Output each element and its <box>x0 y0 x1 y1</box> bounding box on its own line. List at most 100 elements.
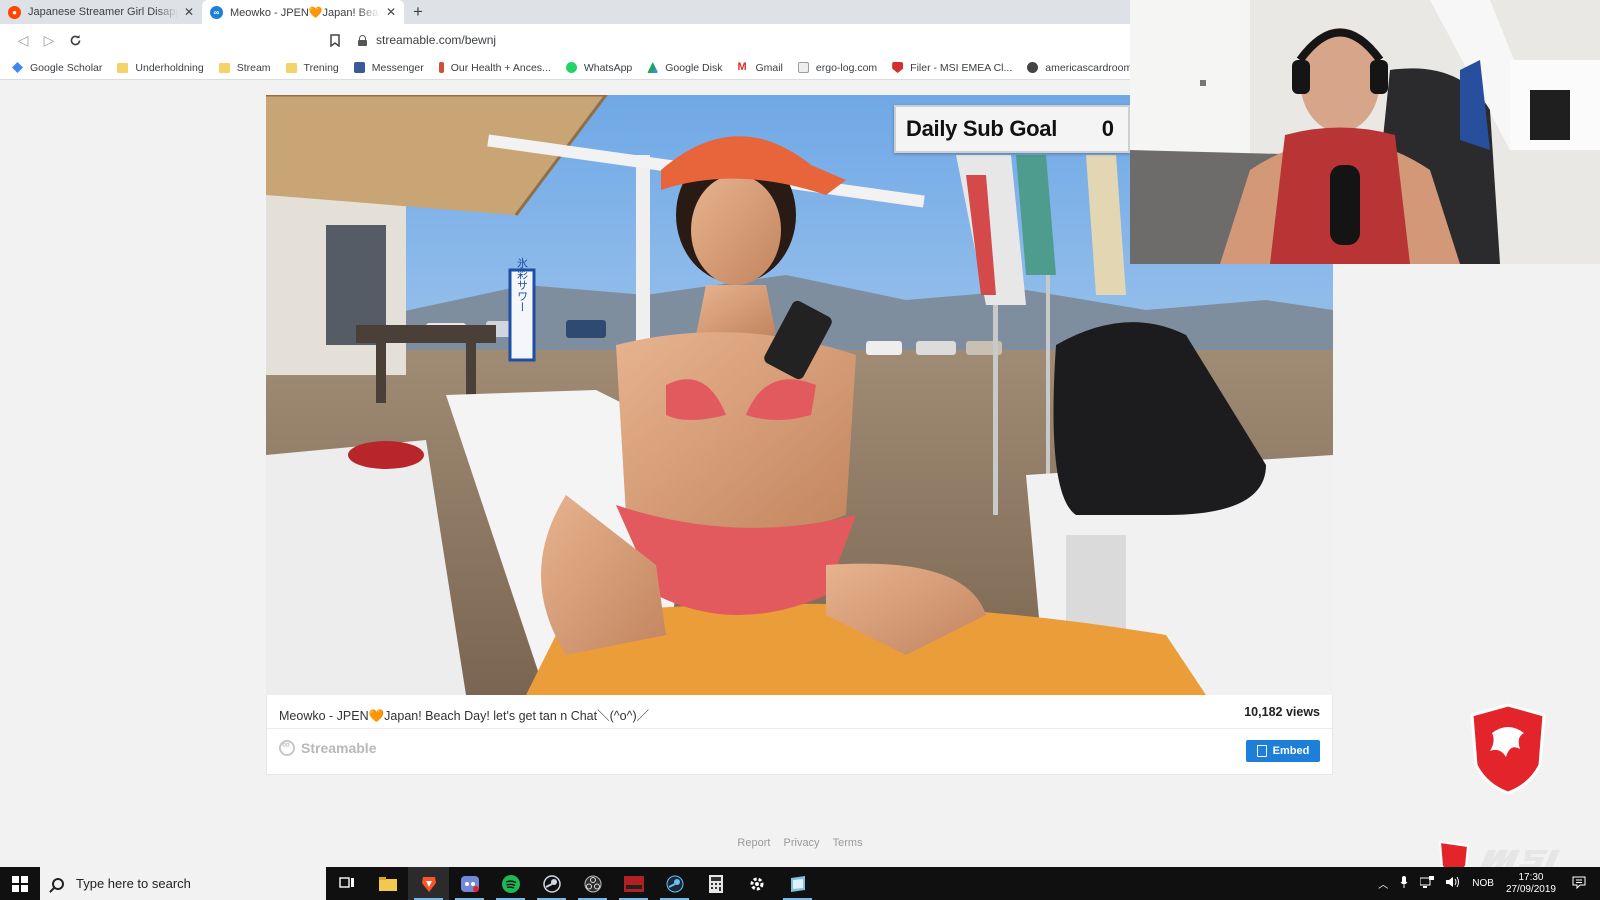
tab-title: Meowko - JPEN🧡Japan! Beach Day <box>230 6 380 19</box>
folder-icon <box>285 62 297 73</box>
spotify-icon <box>501 874 520 893</box>
terms-link[interactable]: Terms <box>833 837 863 849</box>
discord-button[interactable] <box>449 867 490 900</box>
brave-browser-button[interactable] <box>408 867 449 900</box>
globe-icon <box>1027 62 1039 73</box>
privacy-link[interactable]: Privacy <box>784 837 820 849</box>
bookmark-ergo-log[interactable]: ergo-log.com <box>797 62 877 74</box>
bookmark-filer-msi[interactable]: Filer - MSI EMEA Cl... <box>892 62 1012 74</box>
app-window-button[interactable] <box>777 867 818 900</box>
tab-streamable[interactable]: ∞ Meowko - JPEN🧡Japan! Beach Day ✕ <box>202 0 404 24</box>
windows-taskbar: Type here to search ︿ NOB 17:30 27/09/20… <box>0 867 1600 900</box>
folder-icon <box>117 62 129 73</box>
bookmark-our-health[interactable]: Our Health + Ances... <box>438 62 551 74</box>
search-icon <box>52 877 64 890</box>
voicemeeter-icon <box>623 875 644 892</box>
tab-close-icon[interactable]: ✕ <box>386 5 396 19</box>
file-explorer-button[interactable] <box>367 867 408 900</box>
microphone-icon[interactable] <box>1400 876 1408 891</box>
footer-links: Report Privacy Terms <box>0 837 1600 849</box>
webcam-overlay <box>1130 0 1600 264</box>
daily-sub-goal-overlay: Daily Sub Goal 0 <box>894 105 1130 153</box>
windows-icon <box>12 875 28 892</box>
bookmark-icon <box>330 33 340 47</box>
start-button[interactable] <box>0 867 40 900</box>
bookmark-trening[interactable]: Trening <box>285 62 339 74</box>
bookmark-underholdning[interactable]: Underholdning <box>117 62 204 74</box>
bookmark-messenger[interactable]: Messenger <box>353 62 424 74</box>
show-hidden-icons-chevron-up-icon[interactable]: ︿ <box>1378 876 1388 891</box>
calculator-button[interactable] <box>695 867 736 900</box>
taskbar-apps <box>326 867 818 900</box>
bookmark-stream[interactable]: Stream <box>218 62 271 74</box>
beach-sign-text: 氷彩サワー <box>516 257 529 312</box>
dna-icon <box>438 62 444 73</box>
video-title: Meowko - JPEN🧡Japan! Beach Day! let's ge… <box>279 709 650 723</box>
drive-icon <box>647 62 659 73</box>
steam-icon <box>666 875 683 892</box>
tab-reddit[interactable]: ● Japanese Streamer Girl Disappointed Wi… <box>0 0 202 24</box>
obs-button[interactable] <box>572 867 613 900</box>
webcam-frame <box>1130 0 1600 264</box>
notifications-icon[interactable] <box>1572 876 1586 892</box>
page-icon <box>797 62 809 73</box>
gear-icon <box>750 877 763 890</box>
network-icon[interactable] <box>1419 876 1435 891</box>
reddit-icon: ● <box>8 5 21 19</box>
voicemeeter-button[interactable] <box>613 867 654 900</box>
lock-icon <box>358 34 367 46</box>
gmail-icon: M <box>737 61 747 73</box>
msi-shield-logo <box>1470 703 1546 795</box>
divider <box>267 728 1332 729</box>
forward-button[interactable]: ▷ <box>36 27 62 53</box>
tab-close-icon[interactable]: ✕ <box>184 5 194 19</box>
spotify-button[interactable] <box>490 867 531 900</box>
report-link[interactable]: Report <box>737 837 770 849</box>
brave-icon <box>421 876 436 892</box>
task-view-icon <box>338 876 354 888</box>
embed-button[interactable]: Embed <box>1246 740 1320 762</box>
bookmarks-bar: Google Scholar Underholdning Stream Tren… <box>0 56 1130 80</box>
back-button[interactable]: ◁ <box>10 27 36 53</box>
steam-button[interactable] <box>531 867 572 900</box>
volume-icon[interactable] <box>1446 876 1460 891</box>
folder-icon <box>378 876 397 891</box>
folder-icon <box>218 62 230 73</box>
streamable-brand-link[interactable]: Streamable <box>279 739 376 756</box>
steam-icon <box>542 874 561 893</box>
input-language-indicator[interactable]: NOB <box>1472 878 1494 889</box>
streamable-icon: ∞ <box>210 5 223 19</box>
calculator-icon <box>708 874 723 893</box>
facebook-icon <box>353 62 365 73</box>
bookmark-gmail[interactable]: M Gmail <box>737 62 782 74</box>
bookmark-button[interactable] <box>322 27 348 53</box>
steam-button-2[interactable] <box>654 867 695 900</box>
address-url: streamable.com/bewnj <box>376 33 497 47</box>
bookmark-whatsapp[interactable]: WhatsApp <box>565 62 632 74</box>
view-count: 10,182 views <box>1244 705 1320 719</box>
browser-toolbar: ◁ ▷ streamable.com/bewnj <box>0 24 1130 56</box>
settings-button[interactable] <box>736 867 777 900</box>
reload-button[interactable] <box>62 27 88 53</box>
tab-strip: ● Japanese Streamer Girl Disappointed Wi… <box>0 0 1130 24</box>
bookmark-google-scholar[interactable]: Google Scholar <box>12 62 102 74</box>
bookmark-google-disk[interactable]: Google Disk <box>647 62 722 74</box>
new-tab-button[interactable]: + <box>404 0 432 24</box>
clock-time: 17:30 <box>1518 871 1544 883</box>
address-bar[interactable]: streamable.com/bewnj <box>352 27 1130 53</box>
window-icon <box>790 875 805 892</box>
sub-goal-value: 0 <box>1101 116 1114 141</box>
sub-goal-label: Daily Sub Goal <box>906 116 1058 141</box>
scholar-icon <box>12 62 23 73</box>
bookmark-americascardroom[interactable]: americascardroom <box>1027 62 1130 74</box>
taskbar-search[interactable]: Type here to search <box>40 867 326 900</box>
whatsapp-icon <box>565 62 577 73</box>
embed-icon <box>1256 745 1267 757</box>
obs-icon <box>584 875 601 892</box>
clock-date: 27/09/2019 <box>1505 883 1556 895</box>
tab-title: Japanese Streamer Girl Disappointed With… <box>28 6 178 18</box>
video-info-card: Meowko - JPEN🧡Japan! Beach Day! let's ge… <box>266 695 1333 775</box>
task-view-button[interactable] <box>326 867 367 900</box>
discord-icon <box>460 875 479 892</box>
taskbar-clock[interactable]: 17:30 27/09/2019 <box>1506 872 1556 896</box>
